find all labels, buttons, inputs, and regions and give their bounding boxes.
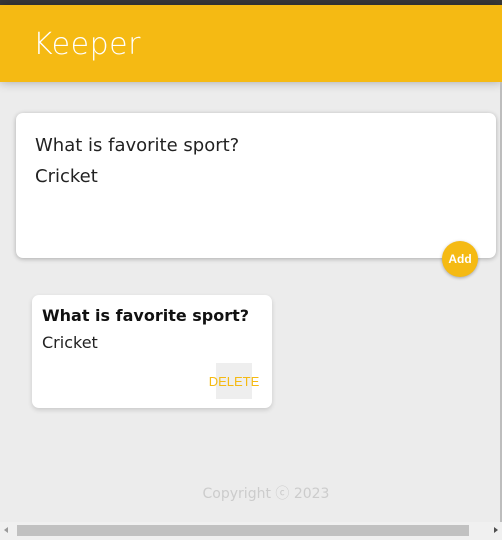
scroll-left-arrow-icon[interactable]	[4, 527, 8, 533]
note-content-input[interactable]: Cricket	[35, 164, 475, 244]
app-header: Keeper	[0, 5, 502, 82]
note-card: What is favorite sport? Cricket DELETE	[32, 295, 272, 408]
add-note-button[interactable]: Add	[442, 241, 478, 277]
copyright-text: Copyright ⓒ 2023	[202, 486, 330, 502]
create-note-form: Cricket	[16, 113, 496, 258]
scroll-right-arrow-icon[interactable]	[494, 527, 498, 533]
note-title: What is favorite sport?	[42, 306, 250, 325]
horizontal-scrollbar[interactable]	[0, 522, 502, 540]
note-title-input[interactable]	[35, 132, 475, 158]
footer: Copyright ⓒ 2023	[0, 483, 502, 503]
scrollbar-thumb[interactable]	[17, 525, 469, 536]
app-title: Keeper	[33, 27, 141, 62]
delete-note-button[interactable]: DELETE	[209, 363, 259, 399]
note-content: Cricket	[42, 333, 98, 352]
